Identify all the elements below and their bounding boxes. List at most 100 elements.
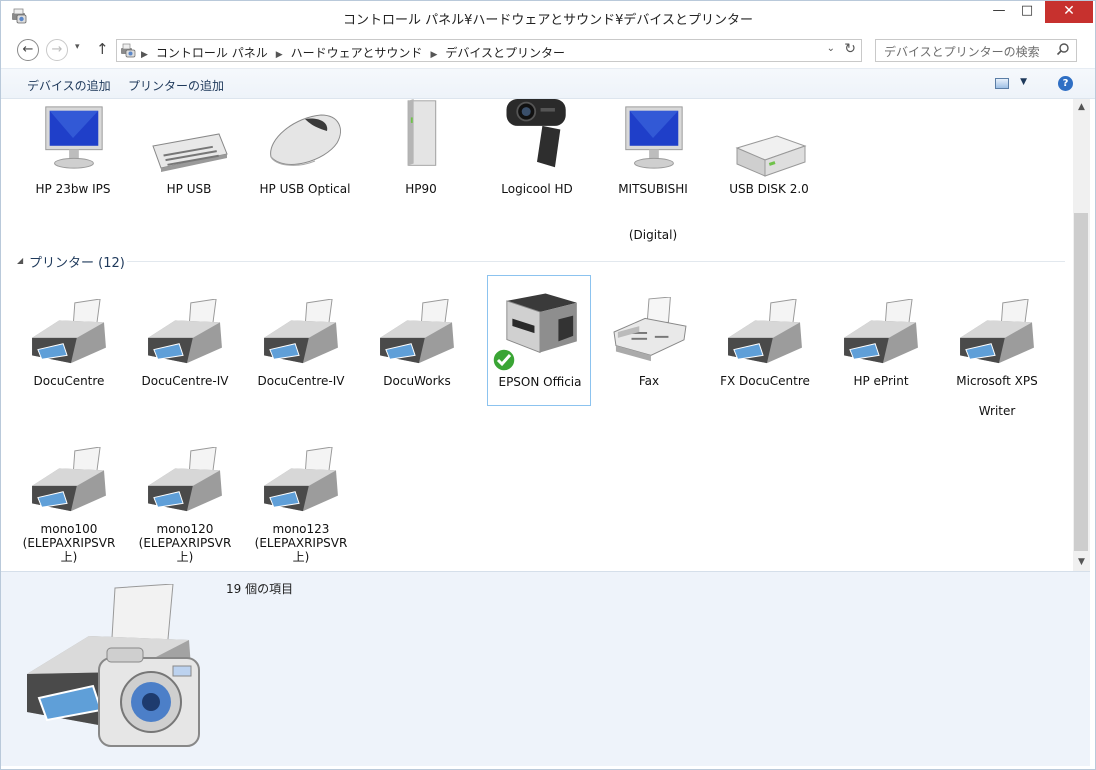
printers-group-header[interactable]: ◢ プリンター (12)	[17, 251, 1065, 271]
devices-and-printers-icon	[27, 584, 200, 747]
printer-item[interactable]: Fax	[597, 281, 701, 391]
printer-label: DocuCentre-IV	[141, 374, 229, 388]
printer-label: DocuCentre-IV	[257, 374, 345, 388]
title-bar: コントロール パネル¥ハードウェアとサウンド¥デバイスとプリンター — □ ✕	[1, 1, 1095, 34]
printer-label: DocuCentre	[33, 374, 105, 388]
printer-item[interactable]: mono120 (ELEPAXRIPSVR 上)	[133, 429, 237, 569]
minimize-button[interactable]: —	[985, 1, 1013, 23]
default-printer-check-icon	[492, 348, 516, 372]
printer-label-extra: 上)	[176, 550, 194, 564]
search-icon[interactable]	[1056, 42, 1070, 56]
printer-item[interactable]: DocuCentre	[17, 281, 121, 391]
up-button[interactable]: ↑	[96, 40, 109, 58]
monitor-icon	[625, 106, 683, 169]
item-count: 19 個の項目	[226, 582, 294, 596]
control-panel-icon	[121, 43, 136, 58]
vertical-scrollbar[interactable]: ▲ ▼	[1073, 99, 1090, 571]
device-label-extra: (Digital)	[628, 228, 678, 242]
explorer-window: コントロール パネル¥ハードウェアとサウンド¥デバイスとプリンター — □ ✕ …	[0, 0, 1096, 770]
printer-item[interactable]: HP ePrint	[829, 281, 933, 391]
printer-icon	[264, 299, 338, 364]
device-label: Logicool HD	[501, 182, 573, 196]
printer-label: Microsoft XPS	[956, 374, 1038, 388]
printer-item[interactable]: DocuWorks	[365, 281, 469, 391]
webcam-icon	[506, 99, 566, 168]
printer-item[interactable]: DocuCentre-IV	[249, 281, 353, 391]
keyboard-icon	[152, 133, 228, 172]
device-item[interactable]: USB DISK 2.0	[717, 99, 821, 199]
scroll-up-button[interactable]: ▲	[1073, 99, 1090, 116]
device-item[interactable]: HP 23bw IPS	[21, 99, 125, 199]
printer-label: Fax	[638, 374, 660, 388]
printer-icon	[148, 447, 222, 512]
printer-label: FX DocuCentre	[720, 374, 810, 388]
computer-tower-icon	[407, 99, 437, 166]
printer-icon	[728, 299, 802, 364]
printer-item[interactable]: Microsoft XPS Writer	[945, 281, 1049, 421]
device-label: USB DISK 2.0	[729, 182, 809, 196]
device-label: HP USB	[166, 182, 212, 196]
view-options-dropdown[interactable]: ▼	[1020, 77, 1027, 87]
printer-icon	[264, 447, 338, 512]
mouse-icon	[270, 114, 341, 166]
device-label: HP USB Optical	[259, 182, 351, 196]
maximize-button[interactable]: □	[1013, 1, 1041, 23]
breadcrumb-separator[interactable]: ▶	[141, 50, 148, 60]
breadcrumb-separator[interactable]: ▶	[430, 50, 437, 60]
printer-item[interactable]: mono123 (ELEPAXRIPSVR 上)	[249, 429, 353, 569]
printer-icon	[148, 299, 222, 364]
address-row: ← → ▾ ↑ ▶ コントロール パネル ▶ ハードウェアとサウンド ▶ デバイスとプリン…	[1, 34, 1095, 68]
printer-item[interactable]: DocuCentre-IV	[133, 281, 237, 391]
printer-icon	[844, 299, 918, 364]
device-item[interactable]: HP USB Optical	[253, 99, 357, 199]
device-label: HP 23bw IPS	[35, 182, 111, 196]
printer-label-extra: Writer	[978, 404, 1016, 418]
add-device-button[interactable]: デバイスの追加	[27, 77, 111, 94]
printer-item[interactable]: mono100 (ELEPAXRIPSVR 上)	[17, 429, 121, 569]
refresh-button[interactable]: ↻	[844, 41, 856, 57]
device-label: HP90	[405, 182, 437, 196]
printer-label: DocuWorks	[383, 374, 451, 388]
printer-item-selected[interactable]: EPSON Officia	[487, 275, 591, 406]
breadcrumb-hardware-sound[interactable]: ハードウェアとサウンド	[291, 44, 423, 61]
device-item[interactable]: MITSUBISHI (Digital)	[601, 99, 705, 242]
devices-view: HP 23bw IPS HP USB HP USB Optical HP90 L…	[1, 99, 1073, 571]
fax-icon	[613, 297, 687, 362]
collapse-arrow-icon[interactable]: ◢	[17, 256, 23, 265]
change-view-icon[interactable]	[995, 78, 1009, 89]
scroll-thumb[interactable]	[1074, 213, 1088, 551]
close-button[interactable]: ✕	[1045, 1, 1093, 23]
device-label: MITSUBISHI	[618, 182, 688, 196]
group-divider	[127, 261, 1065, 262]
search-input[interactable]: デバイスとプリンターの検索	[875, 39, 1077, 62]
window-title: コントロール パネル¥ハードウェアとサウンド¥デバイスとプリンター	[342, 13, 754, 28]
device-item[interactable]: Logicool HD	[485, 99, 589, 199]
search-placeholder: デバイスとプリンターの検索	[884, 45, 1040, 59]
breadcrumb-control-panel[interactable]: コントロール パネル	[156, 44, 268, 61]
breadcrumb: ▶ コントロール パネル ▶ ハードウェアとサウンド ▶ デバイスとプリンター	[141, 44, 565, 61]
forward-button[interactable]: →	[46, 39, 68, 61]
back-button[interactable]: ←	[17, 39, 39, 61]
device-item[interactable]: HP90	[369, 99, 473, 199]
printer-icon	[32, 299, 106, 364]
breadcrumb-separator[interactable]: ▶	[276, 50, 283, 60]
address-dropdown-button[interactable]: ⌄	[827, 43, 835, 54]
scroll-down-button[interactable]: ▼	[1073, 554, 1090, 571]
address-bar[interactable]: ▶ コントロール パネル ▶ ハードウェアとサウンド ▶ デバイスとプリンター ⌄ ↻	[116, 39, 862, 62]
printer-label-extra: 上)	[292, 550, 310, 564]
printers-group-title: プリンター (12)	[29, 256, 125, 271]
breadcrumb-devices-printers[interactable]: デバイスとプリンター	[445, 44, 565, 61]
add-printer-button[interactable]: プリンターの追加	[128, 77, 224, 94]
details-pane: 19 個の項目	[1, 571, 1090, 766]
printer-label-extra: 上)	[60, 550, 78, 564]
printer-item[interactable]: FX DocuCentre	[713, 281, 817, 391]
device-item[interactable]: HP USB	[137, 99, 241, 199]
monitor-icon	[45, 106, 103, 169]
recent-locations-button[interactable]: ▾	[75, 42, 80, 52]
printer-label: HP ePrint	[853, 374, 909, 388]
printer-label: EPSON Officia	[498, 375, 582, 389]
printer-icon	[380, 299, 454, 364]
printer-icon	[960, 299, 1034, 364]
help-icon[interactable]: ?	[1058, 76, 1073, 91]
printer-icon	[32, 447, 106, 512]
